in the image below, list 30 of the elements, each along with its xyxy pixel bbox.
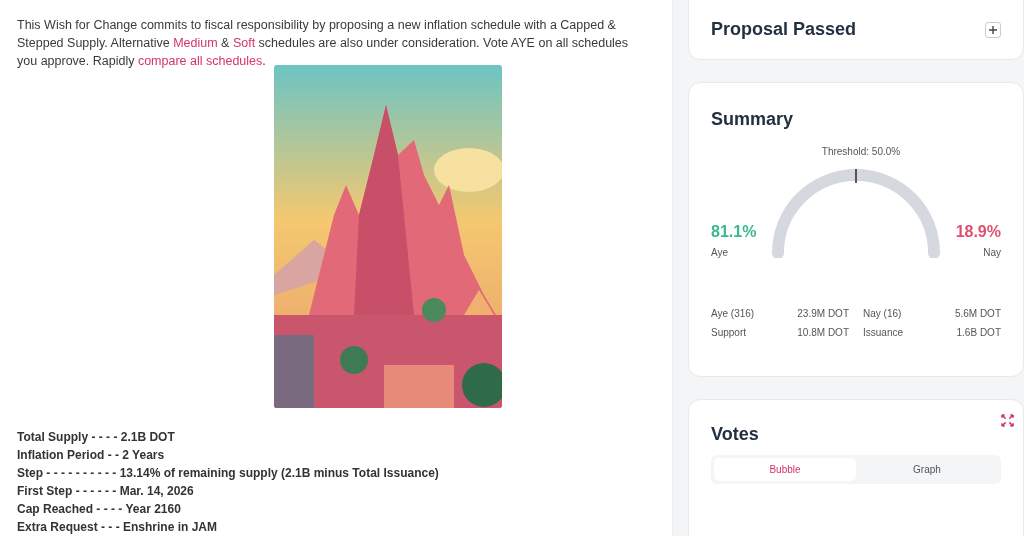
link[interactable]: Medium — [173, 36, 218, 50]
card-title: Proposal Passed — [711, 19, 857, 40]
card-title: Votes — [711, 424, 759, 445]
nay-percent: 18.9% — [954, 223, 1001, 241]
detail-line: Extra Request - - - Enshrine in JAM — [17, 519, 219, 536]
expand-icon[interactable] — [1001, 414, 1014, 427]
detail-line: Total Supply - - - - 2.1B DOT — [17, 429, 176, 446]
expand-button[interactable] — [985, 21, 1001, 38]
link[interactable]: Soft — [232, 36, 256, 50]
stat-label: Nay (16) — [862, 308, 903, 319]
stat-label: Support — [711, 327, 748, 338]
tab[interactable]: Graph — [856, 458, 998, 481]
aye-percent: 81.1% — [711, 223, 758, 241]
aye-label: Aye — [711, 247, 730, 258]
stat-label: Aye (316) — [711, 308, 756, 319]
detail-line: Cap Reached - - - - Year 2160 — [17, 501, 182, 518]
detail-line: Step - - - - - - - - - - 13.14% of remaining supply (2.1B minus Total Issuance) — [17, 465, 440, 482]
stat-value: 23.9M DOT — [796, 308, 849, 319]
tab[interactable]: Bubble — [714, 458, 856, 481]
card-title: Summary — [711, 109, 795, 130]
plus-icon — [988, 24, 998, 35]
description-text: This Wish for Change commits to fiscal responsibility by proposing a new inflation schedule with a Capped & Stepped Supply. Alternative Medium & Soft schedules are also under consideration. Vote AYE on all schedules you approve. Rapidly compare all schedules. — [17, 17, 630, 70]
detail-line: First Step - - - - - - Mar. 14, 2026 — [17, 483, 195, 500]
threshold-label: Threshold: 50.0% — [820, 146, 902, 157]
stat-value: 5.6M DOT — [953, 308, 1001, 319]
stat-label: Issuance — [862, 327, 905, 338]
nay-label: Nay — [982, 247, 1001, 258]
stat-value: 1.6B DOT — [955, 327, 1001, 338]
stat-value: 10.8M DOT — [796, 327, 849, 338]
detail-line: Inflation Period - - 2 Years — [17, 447, 166, 464]
